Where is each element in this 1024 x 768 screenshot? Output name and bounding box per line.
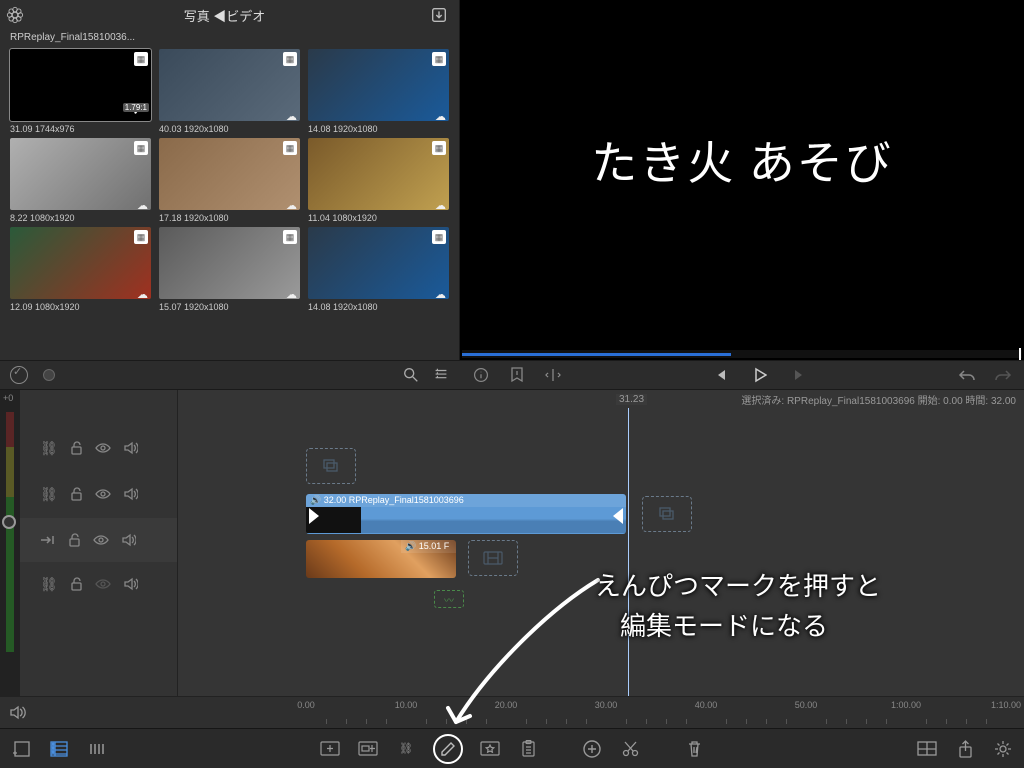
media-browser: 写真 ◀ビデオ RPReplay_Final15810036... ▦✓1.79…	[0, 0, 460, 360]
link-icon[interactable]: ⛓	[40, 576, 58, 593]
record-icon[interactable]	[38, 364, 60, 386]
eye-icon[interactable]	[93, 534, 109, 546]
media-thumbnail[interactable]: ▦☁12.09 1080x1920	[10, 227, 151, 312]
lock-icon[interactable]	[70, 577, 83, 591]
timeline-clip[interactable]: 🔊 15.01 F	[306, 540, 456, 578]
eye-icon[interactable]	[95, 488, 111, 500]
ruler-label: 0.00	[297, 700, 315, 710]
prev-icon[interactable]	[709, 364, 731, 386]
lock-icon[interactable]	[70, 441, 83, 455]
clip-placeholder[interactable]	[642, 496, 692, 532]
thumbnail-meta: 17.18 1920x1080	[159, 213, 300, 223]
clipboard-icon[interactable]	[517, 738, 539, 760]
thumbnail-meta: 11.04 1080x1920	[308, 213, 449, 223]
ruler-label: 30.00	[595, 700, 618, 710]
link-icon[interactable]: ⛓	[40, 440, 58, 457]
browser-title[interactable]: 写真 ◀ビデオ	[30, 6, 419, 25]
settings-icon[interactable]	[992, 738, 1014, 760]
cut-icon[interactable]	[619, 738, 641, 760]
timeline-clip[interactable]: 🔊 32.00 RPReplay_Final1581003696	[306, 494, 626, 534]
thumbnail-meta: 15.07 1920x1080	[159, 302, 300, 312]
thumbnail-meta: 14.08 1920x1080	[308, 124, 449, 134]
thumbnail-meta: 8.22 1080x1920	[10, 213, 151, 223]
align-icon[interactable]	[542, 364, 564, 386]
timeline[interactable]: 31.23 選択済み: RPReplay_Final1581003696 開始:…	[178, 390, 1024, 728]
trash-icon[interactable]	[683, 738, 705, 760]
media-thumbnail[interactable]: ▦☁17.18 1920x1080	[159, 138, 300, 223]
preview-scrubber[interactable]	[462, 350, 1022, 358]
media-thumbnail[interactable]: ▦☁15.07 1920x1080	[159, 227, 300, 312]
thumbnail-meta: 12.09 1080x1920	[10, 302, 151, 312]
eye-icon[interactable]	[95, 578, 111, 590]
link-tool-icon[interactable]: ⛓	[395, 738, 417, 760]
media-thumbnail[interactable]: ▦✓1.79:131.09 1744x976	[10, 49, 151, 134]
mark-done-icon[interactable]	[8, 364, 30, 386]
clip-placeholder[interactable]	[306, 448, 356, 484]
search-icon[interactable]	[400, 364, 422, 386]
clip-placeholder[interactable]	[468, 540, 518, 576]
media-thumbnail[interactable]: ▦☁14.08 1920x1080	[308, 227, 449, 312]
tracks-icon[interactable]	[86, 738, 108, 760]
ruler-label: 10.00	[395, 700, 418, 710]
speaker-icon[interactable]	[123, 441, 138, 455]
eye-icon[interactable]	[95, 442, 111, 454]
lock-icon[interactable]	[70, 487, 83, 501]
share-icon[interactable]	[954, 738, 976, 760]
favorites-icon[interactable]	[479, 738, 501, 760]
time-ruler[interactable]: 0.00 10.00 20.00 30.00 40.00 50.00 1:00.00 1:10…	[178, 696, 1024, 728]
video-title-text: たき火 あそび	[591, 127, 893, 193]
main-track-icon[interactable]	[40, 534, 56, 546]
preview-pane: たき火 あそび	[460, 0, 1024, 360]
info-icon[interactable]	[470, 364, 492, 386]
photos-app-icon[interactable]	[0, 4, 30, 26]
speaker-icon[interactable]	[123, 577, 138, 591]
media-thumbnail[interactable]: ▦☁8.22 1080x1920	[10, 138, 151, 223]
media-thumbnail[interactable]: ▦☁11.04 1080x1920	[308, 138, 449, 223]
playhead-time: 31.23	[616, 394, 647, 405]
play-icon[interactable]	[749, 364, 771, 386]
layout-icon[interactable]	[916, 738, 938, 760]
list-view-icon[interactable]	[430, 364, 452, 386]
speaker-icon[interactable]	[123, 487, 138, 501]
marker-icon[interactable]	[506, 364, 528, 386]
lock-icon[interactable]	[68, 533, 81, 547]
edit-mode-button[interactable]	[433, 734, 463, 764]
audio-meter: +0	[0, 390, 20, 728]
speaker-icon[interactable]	[121, 533, 136, 547]
thumbnail-meta: 14.08 1920x1080	[308, 302, 449, 312]
bottom-toolbar: ⛓	[0, 728, 1024, 768]
selection-status: 選択済み: RPReplay_Final1581003696 開始: 0.00 …	[741, 392, 1016, 407]
ruler-label: 1:00.00	[891, 700, 921, 710]
ruler-label: 40.00	[695, 700, 718, 710]
add-clip-icon[interactable]	[319, 738, 341, 760]
add-title-icon[interactable]	[357, 738, 379, 760]
thumbnail-meta: 40.03 1920x1080	[159, 124, 300, 134]
add-icon[interactable]	[581, 738, 603, 760]
ruler-label: 1:10.00	[991, 700, 1021, 710]
redo-icon[interactable]	[992, 364, 1014, 386]
meter-knob[interactable]	[2, 515, 16, 529]
media-thumbnail[interactable]: ▦☁14.08 1920x1080	[308, 49, 449, 134]
preview-canvas[interactable]: たき火 あそび	[460, 0, 1024, 350]
thumbnail-meta: 31.09 1744x976	[10, 124, 151, 134]
playhead[interactable]	[628, 408, 629, 696]
link-icon[interactable]: ⛓	[40, 486, 58, 503]
ruler-label: 20.00	[495, 700, 518, 710]
master-volume-icon[interactable]	[6, 702, 28, 724]
media-thumbnail[interactable]: ▦☁40.03 1920x1080	[159, 49, 300, 134]
add-source-icon[interactable]	[10, 738, 32, 760]
ruler-label: 50.00	[795, 700, 818, 710]
storyboard-icon[interactable]	[48, 738, 70, 760]
undo-icon[interactable]	[956, 364, 978, 386]
next-icon[interactable]	[789, 364, 811, 386]
import-icon[interactable]	[419, 4, 459, 26]
selected-clip-filename: RPReplay_Final15810036...	[0, 30, 459, 45]
audio-placeholder[interactable]: 〰	[434, 590, 464, 608]
